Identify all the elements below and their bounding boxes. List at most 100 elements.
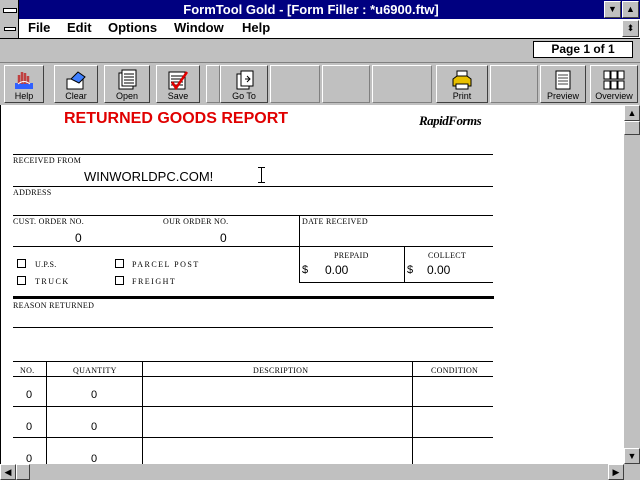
- row-no-cell[interactable]: 0: [26, 421, 32, 433]
- divider: [13, 154, 493, 155]
- address-field[interactable]: [13, 197, 493, 213]
- scroll-left-arrow-icon[interactable]: ◀: [0, 464, 16, 480]
- our-order-field[interactable]: 0: [220, 231, 227, 245]
- horizontal-scroll-thumb[interactable]: [16, 464, 30, 480]
- divider: [299, 282, 493, 283]
- reason-returned-field[interactable]: [13, 310, 493, 326]
- toolbar-empty-slot: [322, 65, 370, 103]
- menu-edit[interactable]: Edit: [67, 20, 92, 36]
- overview-label: Overview: [595, 91, 633, 101]
- toolbar-empty-slot: [270, 65, 320, 103]
- system-menu-icon: [3, 8, 17, 13]
- horizontal-scrollbar[interactable]: ◀ ▶: [0, 464, 640, 480]
- menu-help[interactable]: Help: [242, 20, 270, 36]
- menu-window[interactable]: Window: [174, 20, 224, 36]
- reason-returned-label: REASON RETURNED: [13, 301, 95, 310]
- menu-file[interactable]: File: [28, 20, 50, 36]
- parcel-post-checkbox[interactable]: [115, 259, 124, 268]
- row-qty-cell[interactable]: 0: [91, 389, 97, 401]
- prepaid-currency: $: [302, 264, 309, 276]
- date-received-field[interactable]: [301, 227, 493, 245]
- toolbar-empty-slot: [490, 65, 538, 103]
- cust-order-field[interactable]: 0: [75, 231, 82, 245]
- preview-label: Preview: [546, 91, 579, 101]
- page-indicator-row: Page 1 of 1: [0, 39, 640, 61]
- page-indicator: Page 1 of 1: [533, 41, 633, 58]
- collect-currency: $: [407, 264, 414, 276]
- preview-button[interactable]: Preview: [540, 65, 586, 103]
- freight-checkbox[interactable]: [115, 276, 124, 285]
- divider: [404, 246, 405, 283]
- col-header-description: DESCRIPTION: [253, 366, 309, 375]
- scroll-down-arrow-icon[interactable]: ▼: [624, 448, 640, 464]
- preview-page-icon: [555, 70, 571, 90]
- parcel-post-label: PARCEL POST: [132, 260, 200, 269]
- maximize-button[interactable]: ▲: [622, 1, 639, 18]
- menu-options[interactable]: Options: [108, 20, 157, 36]
- toolbar-spacer: [206, 65, 220, 103]
- vertical-scrollbar[interactable]: ▲ ▼: [624, 105, 640, 464]
- window-title: FormTool Gold - [Form Filler : *u6900.ft…: [183, 2, 439, 17]
- col-header-no: NO.: [20, 366, 35, 375]
- document-control-icon: [4, 27, 16, 31]
- restore-document-button[interactable]: ⬍: [622, 20, 639, 37]
- received-from-label: RECEIVED FROM: [13, 156, 82, 165]
- rapidforms-logo: RapidForms: [419, 113, 482, 128]
- prepaid-label: PREPAID: [334, 251, 369, 260]
- open-document-icon: [118, 69, 137, 90]
- form-title: RETURNED GOODS REPORT: [64, 110, 289, 127]
- goto-label: Go To: [232, 91, 256, 101]
- freight-label: FREIGHT: [132, 277, 177, 286]
- system-menu-button[interactable]: [0, 0, 19, 19]
- row-no-cell[interactable]: 0: [26, 389, 32, 401]
- date-received-label: DATE RECEIVED: [302, 217, 368, 226]
- col-header-quantity: QUANTITY: [73, 366, 117, 375]
- scroll-right-arrow-icon[interactable]: ▶: [608, 464, 624, 480]
- table-top-border: [13, 361, 493, 362]
- received-from-field[interactable]: WINWORLDPC.COM!: [84, 169, 213, 184]
- overview-button[interactable]: Overview: [590, 65, 638, 103]
- clear-label: Clear: [65, 91, 87, 101]
- collect-field[interactable]: 0.00: [427, 263, 450, 277]
- table-header-border: [13, 376, 493, 377]
- open-button[interactable]: Open: [104, 65, 150, 103]
- eraser-icon: [66, 71, 86, 90]
- help-label: Help: [14, 91, 34, 101]
- row-qty-cell[interactable]: 0: [91, 421, 97, 433]
- scroll-up-arrow-icon[interactable]: ▲: [624, 105, 640, 121]
- truck-checkbox[interactable]: [17, 276, 26, 285]
- ups-checkbox[interactable]: [17, 259, 26, 268]
- save-label: Save: [167, 91, 189, 101]
- divider: [13, 215, 493, 216]
- save-checkmark-icon: [168, 71, 189, 91]
- document-control-menu-button[interactable]: [0, 19, 19, 38]
- open-label: Open: [115, 91, 139, 101]
- divider: [13, 246, 493, 247]
- col-header-condition: CONDITION: [431, 366, 479, 375]
- page-margin: [1, 105, 5, 464]
- goto-button[interactable]: Go To: [220, 65, 268, 103]
- help-button[interactable]: Help: [4, 65, 44, 103]
- toolbar-empty-slot: [372, 65, 432, 103]
- overview-grid-icon: [603, 70, 625, 90]
- vertical-scroll-thumb[interactable]: [624, 121, 640, 135]
- clear-button[interactable]: Clear: [54, 65, 98, 103]
- scrollbar-corner: [624, 464, 640, 480]
- address-label: ADDRESS: [13, 188, 52, 197]
- collect-label: COLLECT: [428, 251, 467, 260]
- print-label: Print: [452, 91, 472, 101]
- menu-bar: File Edit Options Window Help ⬍: [0, 19, 640, 39]
- thick-divider: [13, 296, 494, 299]
- print-button[interactable]: Print: [436, 65, 488, 103]
- divider: [13, 186, 493, 187]
- minimize-button[interactable]: ▼: [604, 1, 621, 18]
- table-row-border: [13, 406, 493, 407]
- divider: [13, 327, 493, 328]
- truck-label: TRUCK: [35, 277, 70, 286]
- title-bar: FormTool Gold - [Form Filler : *u6900.ft…: [0, 0, 640, 19]
- ups-label: U.P.S.: [35, 260, 57, 269]
- save-button[interactable]: Save: [156, 65, 200, 103]
- prepaid-field[interactable]: 0.00: [325, 263, 348, 277]
- goto-pages-icon: [236, 70, 254, 90]
- cust-order-label: CUST. ORDER NO.: [13, 217, 85, 226]
